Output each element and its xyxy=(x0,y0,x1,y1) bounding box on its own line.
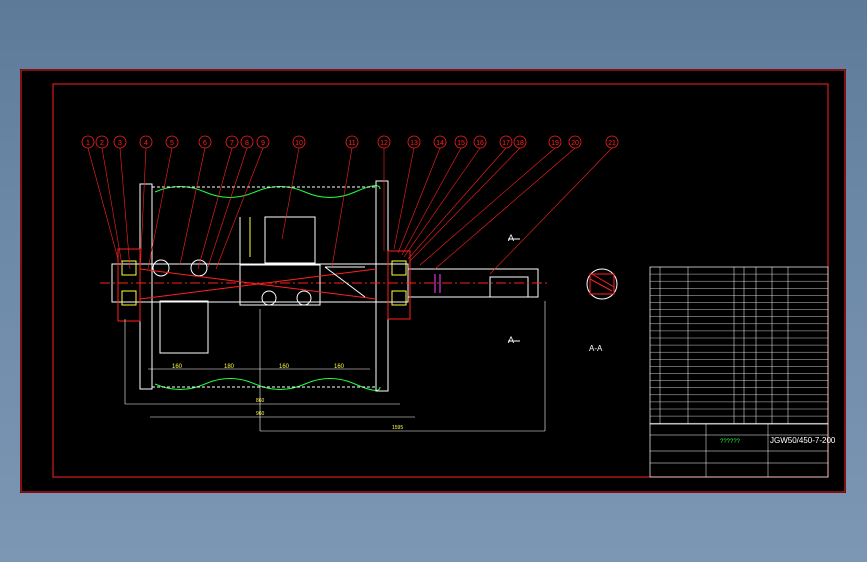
balloon-leader xyxy=(409,147,521,262)
section-hatch xyxy=(589,273,615,295)
bom-frame xyxy=(649,266,829,478)
balloon-leader xyxy=(393,147,415,250)
pin-3 xyxy=(261,290,277,306)
cad-drawing: A A A-A 160 180 160 160 860 960 1595 123… xyxy=(20,69,846,493)
balloon-label: 1 xyxy=(86,140,90,147)
balloon-leader xyxy=(207,147,248,268)
balloon-leader xyxy=(87,147,119,260)
gearbox-block xyxy=(159,300,209,354)
balloon-leader xyxy=(489,147,613,275)
drawing-canvas: A A A-A 160 180 160 160 860 960 1595 123… xyxy=(20,69,846,493)
hatch-1 xyxy=(589,278,613,292)
title-block: JGW50/450-7-200 ?????? xyxy=(649,266,836,478)
dim-160c: 160 xyxy=(334,364,345,370)
balloon-leader xyxy=(331,147,353,268)
balloon-label: 17 xyxy=(502,140,510,147)
balloon-leader xyxy=(101,147,123,266)
drawing-number: JGW50/450-7-200 xyxy=(770,436,836,445)
section-marker-bottom: A xyxy=(508,335,514,345)
balloon-label: 5 xyxy=(170,140,174,147)
balloon-label: 21 xyxy=(608,140,616,147)
drawing-name: ?????? xyxy=(720,439,741,445)
right-bearing-bottom xyxy=(391,290,407,306)
balloon-label: 20 xyxy=(571,140,579,147)
hatch-2 xyxy=(591,273,615,288)
balloon-leader xyxy=(139,147,147,275)
pin-2 xyxy=(190,259,208,277)
balloon-label: 13 xyxy=(410,140,418,147)
balloon-label: 15 xyxy=(457,140,465,147)
left-flange xyxy=(139,183,153,390)
balloon-label: 11 xyxy=(348,140,355,147)
balloon-leader xyxy=(419,147,556,266)
balloon-leader xyxy=(403,147,481,258)
balloon-group: 1 2 3 4 5 6 7 8 9 10 11 12 13 14 15 16 17 18 19 20 21 xyxy=(81,135,619,275)
balloon-label: 3 xyxy=(118,140,122,147)
balloon-leader xyxy=(281,147,300,240)
section-marker-top: A xyxy=(508,233,514,243)
dim-180: 180 xyxy=(224,364,235,370)
balloon-label: 6 xyxy=(203,140,207,147)
dim-160a: 160 xyxy=(172,364,183,370)
balloon-label: 14 xyxy=(436,140,444,147)
keyway xyxy=(489,276,529,298)
balloon-label: 2 xyxy=(100,140,104,147)
hub-block xyxy=(264,216,316,264)
left-bearing-bottom xyxy=(121,290,137,306)
dim-overall3: 1595 xyxy=(392,425,403,431)
right-flange xyxy=(375,180,389,392)
left-bearing-top xyxy=(121,260,137,276)
balloon-label: 7 xyxy=(230,140,234,147)
balloon-label: 18 xyxy=(516,140,524,147)
dim-160b: 160 xyxy=(279,364,290,370)
balloon-label: 12 xyxy=(380,140,388,147)
right-bearing-top xyxy=(391,260,407,276)
balloon-leader xyxy=(179,147,206,266)
balloon-label: 4 xyxy=(144,140,148,147)
balloon-label: 9 xyxy=(261,140,265,147)
balloon-leader xyxy=(119,147,131,270)
pin-1 xyxy=(152,259,170,277)
balloon-label: 10 xyxy=(295,140,303,147)
balloon-leader xyxy=(434,147,576,270)
balloon-label: 8 xyxy=(245,140,249,147)
bom-rows xyxy=(650,273,828,424)
pin-4 xyxy=(296,290,312,306)
section-label: A-A xyxy=(589,344,603,353)
balloon-leader xyxy=(397,147,441,254)
drum-break-bottom xyxy=(154,378,381,391)
balloon-label: 16 xyxy=(476,140,484,147)
balloon-label: 19 xyxy=(551,140,559,147)
